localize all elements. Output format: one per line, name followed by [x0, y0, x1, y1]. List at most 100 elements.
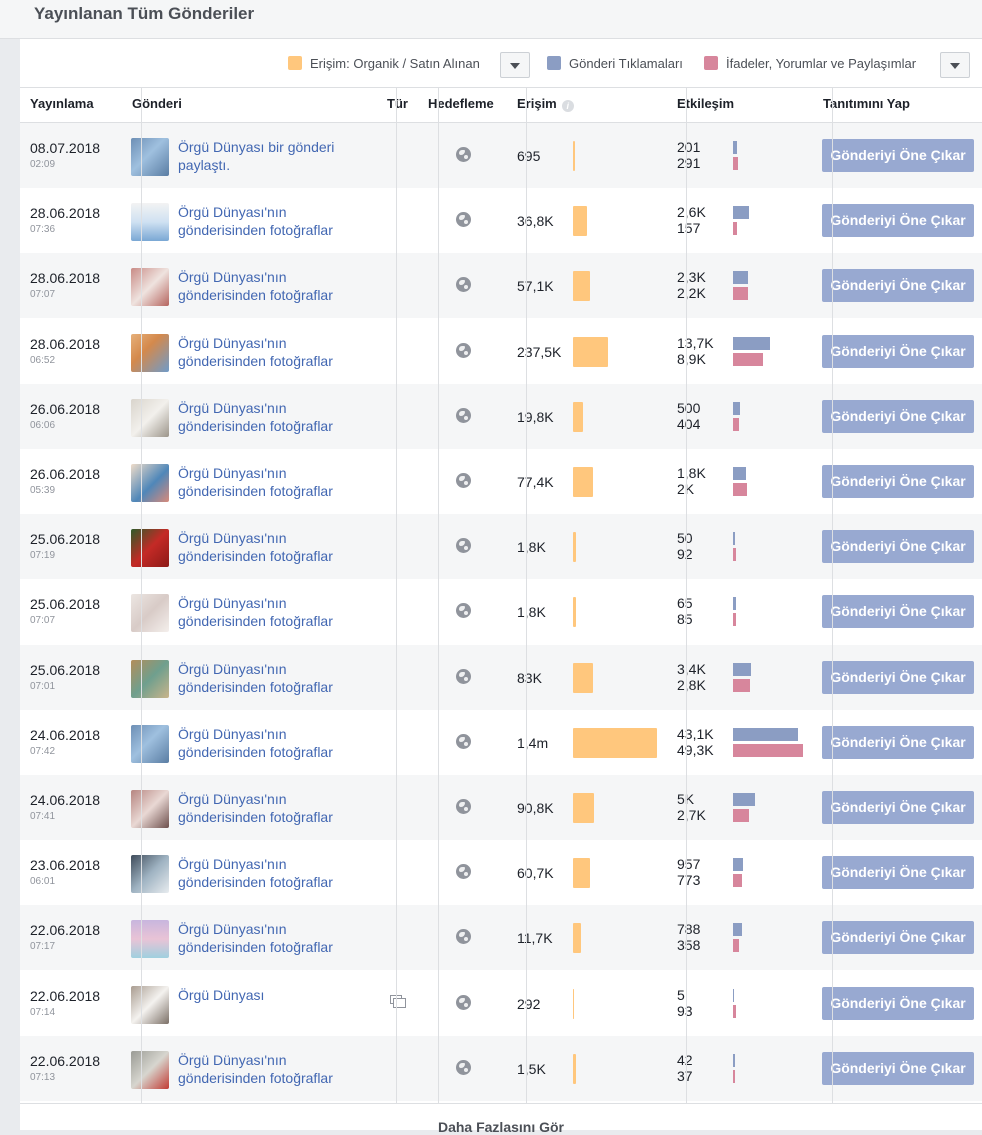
table-row[interactable]: 28.06.2018 06:52 Örgü Dünyası'nın gönderis…: [20, 319, 982, 384]
left-sidebar-strip: [0, 0, 20, 1129]
reactions-value: 157: [677, 220, 701, 236]
reach-bar: [573, 923, 581, 953]
see-more-button[interactable]: Daha Fazlasını Gör: [20, 1119, 982, 1135]
boost-post-button[interactable]: Gönderiyi Öne Çıkar: [822, 791, 974, 824]
boost-post-button[interactable]: Gönderiyi Öne Çıkar: [822, 987, 974, 1020]
post-thumbnail[interactable]: [131, 1051, 169, 1089]
post-title-link[interactable]: Örgü Dünyası'nın gönderisinden fotoğrafl…: [178, 790, 378, 826]
boost-post-button[interactable]: Gönderiyi Öne Çıkar: [822, 400, 974, 433]
post-title-link[interactable]: Örgü Dünyası bir gönderi paylaştı.: [178, 138, 378, 174]
engagement-dropdown-button[interactable]: [940, 52, 970, 78]
reach-value: 83K: [517, 670, 542, 686]
post-thumbnail[interactable]: [131, 790, 169, 828]
col-type[interactable]: Tür: [387, 96, 408, 111]
post-title-link[interactable]: Örgü Dünyası'nın gönderisinden fotoğrafl…: [178, 334, 378, 370]
table-row[interactable]: 25.06.2018 07:01 Örgü Dünyası'nın gönderis…: [20, 645, 982, 710]
boost-post-button[interactable]: Gönderiyi Öne Çıkar: [822, 856, 974, 889]
boost-post-button[interactable]: Gönderiyi Öne Çıkar: [822, 465, 974, 498]
post-thumbnail[interactable]: [131, 660, 169, 698]
column-divider: [396, 88, 397, 1103]
table-row[interactable]: 23.06.2018 06:01 Örgü Dünyası'nın gönderis…: [20, 840, 982, 905]
table-row[interactable]: 26.06.2018 06:06 Örgü Dünyası'nın gönderis…: [20, 384, 982, 449]
table-row[interactable]: 22.06.2018 07:13 Örgü Dünyası'nın gönderis…: [20, 1036, 982, 1101]
clicks-value: 5: [677, 987, 685, 1003]
post-thumbnail[interactable]: [131, 920, 169, 958]
post-title-link[interactable]: Örgü Dünyası'nın gönderisinden fotoğrafl…: [178, 529, 378, 565]
post-title-link[interactable]: Örgü Dünyası'nın gönderisinden fotoğrafl…: [178, 1051, 378, 1087]
clicks-bar: [733, 989, 734, 1002]
table-row[interactable]: 28.06.2018 07:07 Örgü Dünyası'nın gönderis…: [20, 253, 982, 318]
info-icon[interactable]: i: [561, 100, 574, 112]
publish-date: 22.06.2018: [30, 922, 101, 938]
boost-post-button[interactable]: Gönderiyi Öne Çıkar: [822, 595, 974, 628]
reach-bar: [573, 663, 593, 693]
col-post[interactable]: Gönderi: [132, 96, 182, 111]
reactions-value: 92: [677, 546, 693, 562]
table-row[interactable]: 25.06.2018 07:19 Örgü Dünyası'nın gönderis…: [20, 514, 982, 579]
post-thumbnail[interactable]: [131, 725, 169, 763]
globe-icon: [456, 1060, 471, 1075]
col-promote: Tanıtımını Yap: [823, 96, 910, 111]
table-row[interactable]: 26.06.2018 05:39 Örgü Dünyası'nın gönderis…: [20, 449, 982, 514]
post-title-link[interactable]: Örgü Dünyası'nın gönderisinden fotoğrafl…: [178, 660, 378, 696]
reactions-value: 2,7K: [677, 807, 706, 823]
table-header: Yayınlama Gönderi Tür Hedefleme Erişim i …: [20, 88, 982, 123]
post-thumbnail[interactable]: [131, 855, 169, 893]
globe-icon: [456, 603, 471, 618]
clicks-bar: [733, 793, 755, 806]
table-row[interactable]: 22.06.2018 07:14 Örgü Dünyası 292 5 93 Gönderi…: [20, 971, 982, 1036]
globe-icon: [456, 147, 471, 162]
globe-icon: [456, 669, 471, 684]
post-title-link[interactable]: Örgü Dünyası'nın gönderisinden fotoğrafl…: [178, 920, 378, 956]
boost-post-button[interactable]: Gönderiyi Öne Çıkar: [822, 921, 974, 954]
reach-bar: [573, 467, 593, 497]
post-title-link[interactable]: Örgü Dünyası'nın gönderisinden fotoğrafl…: [178, 268, 378, 304]
reach-value: 90,8K: [517, 800, 554, 816]
post-thumbnail[interactable]: [131, 594, 169, 632]
publish-time: 07:14: [30, 1007, 56, 1018]
col-published[interactable]: Yayınlama: [30, 96, 94, 111]
table-row[interactable]: 24.06.2018 07:41 Örgü Dünyası'nın gönderis…: [20, 775, 982, 840]
boost-post-button[interactable]: Gönderiyi Öne Çıkar: [822, 139, 974, 172]
reach-bar: [573, 532, 576, 562]
reactions-bar: [733, 222, 737, 235]
reach-dropdown-button[interactable]: [500, 52, 530, 78]
boost-post-button[interactable]: Gönderiyi Öne Çıkar: [822, 726, 974, 759]
boost-post-button[interactable]: Gönderiyi Öne Çıkar: [822, 530, 974, 563]
post-title-link[interactable]: Örgü Dünyası'nın gönderisinden fotoğrafl…: [178, 203, 378, 239]
post-thumbnail[interactable]: [131, 464, 169, 502]
reactions-swatch-icon: [704, 56, 718, 70]
legend-reactions: İfadeler, Yorumlar ve Paylaşımlar: [704, 56, 916, 71]
boost-post-button[interactable]: Gönderiyi Öne Çıkar: [822, 269, 974, 302]
post-thumbnail[interactable]: [131, 138, 169, 176]
table-row[interactable]: 24.06.2018 07:42 Örgü Dünyası'nın gönderis…: [20, 710, 982, 775]
publish-time: 06:06: [30, 420, 56, 431]
table-row[interactable]: 08.07.2018 02:09 Örgü Dünyası bir gönderi …: [20, 123, 982, 188]
post-title-link[interactable]: Örgü Dünyası'nın gönderisinden fotoğrafl…: [178, 464, 378, 500]
post-title-link[interactable]: Örgü Dünyası'nın gönderisinden fotoğrafl…: [178, 399, 378, 435]
publish-time: 07:07: [30, 615, 56, 626]
post-title-link[interactable]: Örgü Dünyası: [178, 986, 378, 1004]
post-title-link[interactable]: Örgü Dünyası'nın gönderisinden fotoğrafl…: [178, 594, 378, 630]
column-divider: [141, 88, 142, 1103]
post-thumbnail[interactable]: [131, 986, 169, 1024]
boost-post-button[interactable]: Gönderiyi Öne Çıkar: [822, 661, 974, 694]
post-thumbnail[interactable]: [131, 334, 169, 372]
reach-value: 19,8K: [517, 409, 554, 425]
legend-reactions-label: İfadeler, Yorumlar ve Paylaşımlar: [726, 56, 917, 71]
post-title-link[interactable]: Örgü Dünyası'nın gönderisinden fotoğrafl…: [178, 855, 378, 891]
globe-icon: [456, 277, 471, 292]
post-thumbnail[interactable]: [131, 203, 169, 241]
table-row[interactable]: 28.06.2018 07:36 Örgü Dünyası'nın gönderis…: [20, 188, 982, 253]
table-row[interactable]: 25.06.2018 07:07 Örgü Dünyası'nın gönderis…: [20, 579, 982, 644]
boost-post-button[interactable]: Gönderiyi Öne Çıkar: [822, 1052, 974, 1085]
post-thumbnail[interactable]: [131, 529, 169, 567]
reactions-value: 2,8K: [677, 677, 706, 693]
boost-post-button[interactable]: Gönderiyi Öne Çıkar: [822, 204, 974, 237]
table-row[interactable]: 22.06.2018 07:17 Örgü Dünyası'nın gönderis…: [20, 905, 982, 970]
post-thumbnail[interactable]: [131, 399, 169, 437]
post-title-link[interactable]: Örgü Dünyası'nın gönderisinden fotoğrafl…: [178, 725, 378, 761]
legend-clicks: Gönderi Tıklamaları: [547, 56, 683, 71]
boost-post-button[interactable]: Gönderiyi Öne Çıkar: [822, 335, 974, 368]
post-thumbnail[interactable]: [131, 268, 169, 306]
